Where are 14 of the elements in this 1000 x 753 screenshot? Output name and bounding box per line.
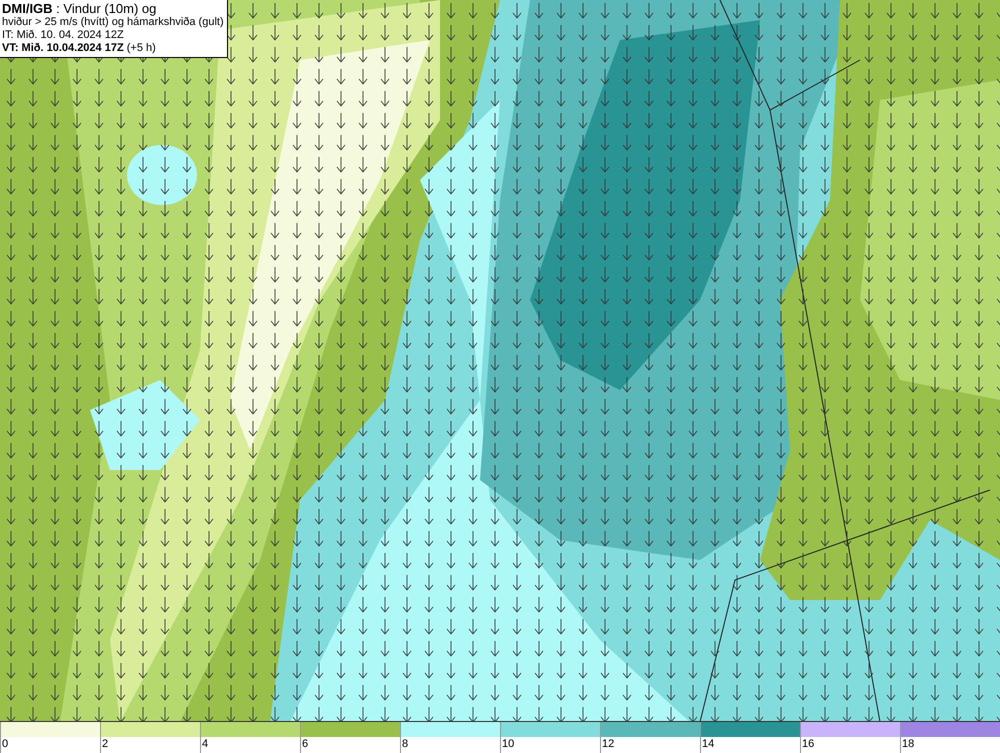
legend-tick-label: 12 [601, 737, 614, 752]
legend-tick-label: 0 [1, 737, 8, 752]
legend-tick-label: 14 [701, 737, 714, 752]
info-text: VT: Mið. 10.04.2024 17Z (+5 h) [2, 42, 157, 55]
legend-tick-label: 10 [501, 737, 514, 752]
legend-tick-label: 2 [101, 737, 108, 752]
legend-tick-label: 4 [201, 737, 208, 752]
info-text: IT: Mið. 10. 04. 2024 12Z [2, 29, 125, 42]
legend-tick-label: 6 [301, 737, 308, 752]
legend-tick-label: 16 [801, 737, 814, 752]
info-text: DMI/IGB : Vindur (10m) og [2, 1, 158, 16]
legend-tick-label: 18 [901, 737, 914, 752]
legend-tick-label: 8 [401, 737, 408, 752]
info-text: hviður > 25 m/s (hvítt) og hámarkshviða (gult) [2, 16, 224, 29]
